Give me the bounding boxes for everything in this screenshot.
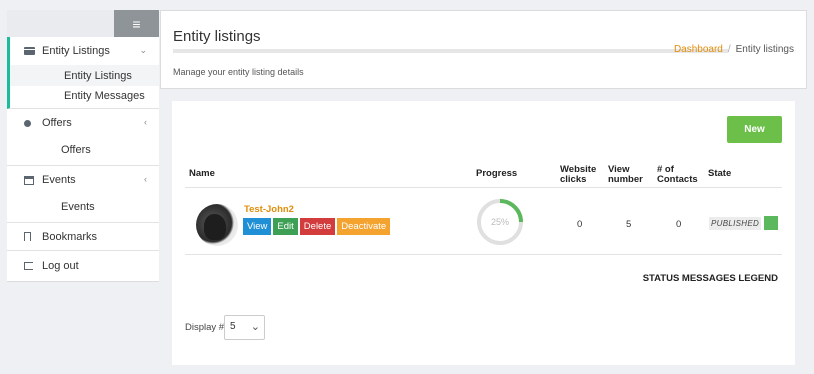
- chevron-left-icon: ‹: [144, 174, 147, 184]
- listings-panel: New Name Progress Website clicks View nu…: [172, 101, 795, 365]
- dot-icon: [24, 119, 36, 127]
- column-header-view-number: View number: [608, 165, 643, 185]
- page-title: Entity listings: [173, 28, 261, 45]
- sidebar-item-label: Log out: [42, 260, 79, 272]
- display-count-value: 5: [230, 321, 236, 332]
- breadcrumb-home-link[interactable]: Dashboard: [674, 44, 723, 55]
- page-description: Manage your entity listing details: [173, 67, 304, 77]
- hamburger-icon: ≡: [132, 15, 141, 32]
- sidebar-item-offers[interactable]: Offers ‹: [7, 109, 159, 137]
- view-number-value: 5: [626, 219, 632, 230]
- website-clicks-value: 0: [577, 219, 583, 230]
- column-header-line: Contacts: [657, 174, 698, 185]
- sidebar-group-offers: Offers ‹ Offers: [7, 109, 159, 166]
- chevron-down-icon: ⌄: [250, 321, 260, 333]
- sidebar-top: ≡: [7, 10, 159, 37]
- breadcrumb-current: Entity listings: [735, 44, 794, 55]
- view-button[interactable]: View: [243, 218, 272, 235]
- column-header-state: State: [708, 168, 732, 179]
- page-header: Entity listings Dashboard / Entity listing…: [160, 10, 807, 89]
- breadcrumb-separator: /: [727, 44, 731, 55]
- sidebar-item-logout[interactable]: Log out: [7, 251, 159, 281]
- menu-toggle-button[interactable]: ≡: [114, 10, 159, 37]
- display-count-select[interactable]: 5 ⌄: [224, 315, 265, 340]
- header-divider-bar: [173, 49, 728, 53]
- column-header-line: clicks: [560, 174, 587, 185]
- column-header-contacts: # of Contacts: [657, 165, 698, 185]
- state-label: PUBLISHED: [709, 217, 762, 230]
- sidebar-group-entity-listings: Entity Listings ⌄ Entity Listings Entity…: [7, 37, 159, 109]
- card-icon: [24, 47, 36, 55]
- calendar-icon: [24, 175, 36, 185]
- sidebar-subitem-entity-messages[interactable]: Entity Messages: [10, 86, 159, 108]
- sidebar-item-events[interactable]: Events ‹: [7, 166, 159, 194]
- entity-name-link[interactable]: Test-John2: [244, 204, 294, 215]
- sidebar-item-label: Entity Listings: [42, 45, 110, 57]
- status-legend-title[interactable]: STATUS MESSAGES LEGEND: [643, 273, 778, 284]
- sidebar-subitem-offers[interactable]: Offers: [7, 137, 159, 165]
- sidebar-item-label: Bookmarks: [42, 230, 98, 243]
- sidebar-item-label: Events: [42, 174, 76, 186]
- entity-avatar: [196, 204, 238, 246]
- breadcrumb: Dashboard / Entity listings: [674, 44, 794, 55]
- sidebar-subitem-events[interactable]: Events: [7, 194, 159, 222]
- table-divider: [185, 254, 782, 255]
- deactivate-button[interactable]: Deactivate: [337, 218, 391, 235]
- column-header-line: number: [608, 174, 643, 185]
- table-divider: [185, 187, 782, 188]
- sidebar-top-blank: [7, 10, 114, 37]
- chevron-left-icon: ‹: [144, 117, 147, 127]
- sidebar-item-label: Offers: [42, 117, 72, 129]
- chevron-down-icon: ⌄: [139, 45, 147, 55]
- logout-icon: [24, 262, 36, 270]
- sidebar-item-entity-listings[interactable]: Entity Listings ⌄: [10, 37, 159, 65]
- row-actions: View Edit Delete Deactivate: [243, 218, 391, 235]
- bookmark-icon: [24, 232, 36, 241]
- delete-button[interactable]: Delete: [299, 218, 336, 235]
- contacts-value: 0: [676, 219, 682, 230]
- progress-percent: 25%: [490, 217, 509, 227]
- edit-button[interactable]: Edit: [273, 218, 298, 235]
- display-label: Display #: [185, 322, 225, 333]
- column-header-website-clicks: Website clicks: [560, 165, 596, 185]
- sidebar: ≡ Entity Listings ⌄ Entity Listings Enti…: [7, 10, 159, 282]
- column-header-progress: Progress: [476, 168, 518, 179]
- status-badge: [764, 216, 778, 230]
- sidebar-group-events: Events ‹ Events: [7, 166, 159, 223]
- new-listing-button[interactable]: New: [727, 116, 782, 143]
- sidebar-subitem-entity-listings[interactable]: Entity Listings: [10, 65, 159, 86]
- column-header-name: Name: [189, 168, 215, 179]
- sidebar-item-bookmarks[interactable]: Bookmarks: [7, 223, 159, 251]
- progress-ring: 25%: [475, 197, 525, 247]
